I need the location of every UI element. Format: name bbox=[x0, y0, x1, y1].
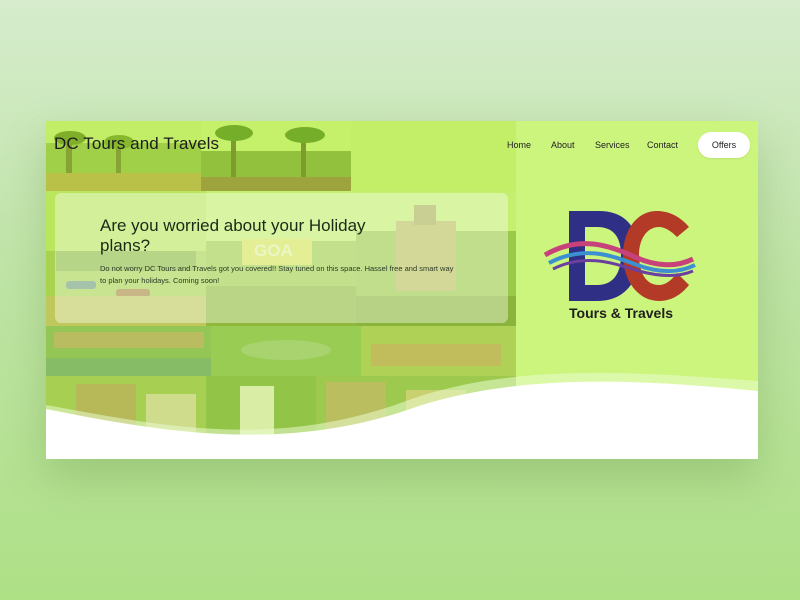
brand-title[interactable]: DC Tours and Travels bbox=[54, 134, 219, 154]
wave-divider bbox=[46, 372, 758, 459]
nav-services[interactable]: Services bbox=[595, 140, 630, 150]
hero-text: Do not worry DC Tours and Travels got yo… bbox=[100, 264, 454, 285]
offers-button[interactable]: Offers bbox=[698, 132, 750, 158]
nav-about[interactable]: About bbox=[551, 140, 575, 150]
logo-caption: Tours & Travels bbox=[569, 305, 674, 321]
nav-home[interactable]: Home bbox=[507, 140, 531, 150]
hero-card bbox=[55, 193, 508, 323]
hero-title: Are you worried about your Holiday plans… bbox=[100, 216, 366, 255]
website-frame: GOA DC Tours and Travels Home About Serv… bbox=[46, 121, 758, 459]
nav-contact[interactable]: Contact bbox=[647, 140, 678, 150]
